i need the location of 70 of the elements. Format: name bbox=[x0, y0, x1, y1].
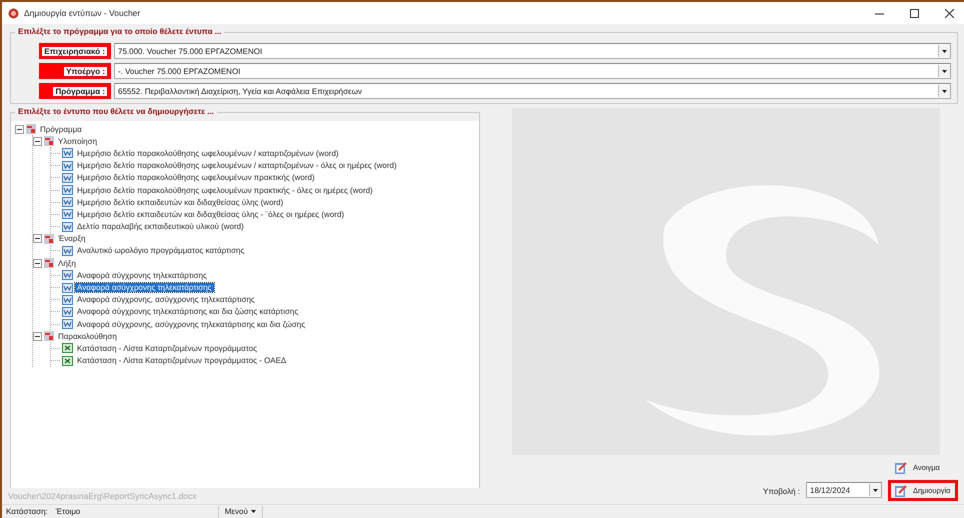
document-icon bbox=[62, 246, 73, 256]
collapse-icon[interactable] bbox=[33, 136, 42, 146]
tree-item[interactable]: Παρακολούθηση bbox=[56, 332, 119, 341]
spreadsheet-icon bbox=[62, 356, 73, 366]
tree-item[interactable]: Έναρξη bbox=[56, 234, 88, 244]
collapse-icon[interactable] bbox=[15, 124, 24, 134]
document-icon bbox=[62, 185, 73, 196]
folder-icon bbox=[26, 124, 36, 134]
date-combo[interactable]: 18/12/2024 bbox=[806, 482, 882, 498]
document-icon bbox=[62, 282, 73, 293]
tree-item[interactable]: Λήξη bbox=[56, 258, 78, 268]
folder-icon bbox=[44, 331, 54, 342]
document-icon bbox=[62, 172, 73, 183]
combo-box[interactable]: 65552. Περιβαλλοντική Διαχείριση, Υγεία και Ασφάλεια Επιχειρήσεων bbox=[114, 83, 951, 99]
document-icon bbox=[62, 160, 73, 171]
document-icon bbox=[62, 319, 73, 330]
group-legend: Επιλέξτε το πρόγραμμα για το οποίο θέλετε έντυπα ... bbox=[15, 27, 224, 36]
dropdown-arrow-icon bbox=[873, 488, 878, 492]
combo-box[interactable]: 75.000. Voucher 75.000 ΕΡΓΑΖΟΜΕΝΟΙ bbox=[114, 43, 951, 59]
document-icon bbox=[62, 294, 73, 305]
document-icon bbox=[62, 148, 73, 158]
tree-item[interactable]: Ημερήσιο δελτίο παρακολούθησης ωφελουμένων / καταρτιζομένων (word) bbox=[75, 148, 341, 158]
document-icon bbox=[62, 209, 73, 220]
maximize-icon bbox=[910, 8, 918, 18]
group-legend: Επιλέξτε το έντυπο που θέλετε να δημιουργήσετε ... bbox=[15, 107, 217, 116]
tree-item[interactable]: Πρόγραμμα bbox=[38, 124, 84, 134]
collapse-icon[interactable] bbox=[33, 258, 42, 268]
tree-item[interactable]: Υλοποίηση bbox=[56, 136, 100, 146]
status-value: Έτοιμο bbox=[54, 507, 82, 516]
tree-item[interactable]: Κατάσταση - Λίστα Καταρτιζομένων προγράμματος - ΟΑΕΔ bbox=[75, 356, 288, 366]
file-path: Voucher\2024prasinaErg\ReportSyncAsync1.docx bbox=[7, 490, 198, 503]
dropdown-arrow-icon bbox=[942, 90, 947, 92]
app-icon bbox=[8, 8, 19, 18]
tree-item[interactable]: Ημερήσιο δελτίο εκπαιδευτών και διδαχθείσας ύλης - ¨όλες οι ημέρες (word) bbox=[75, 210, 346, 219]
close-icon bbox=[944, 8, 954, 18]
folder-icon bbox=[44, 258, 54, 268]
document-icon bbox=[62, 197, 73, 208]
document-icon bbox=[62, 306, 73, 317]
window-title: Δημιουργία εντύπων - Voucher bbox=[24, 8, 142, 18]
tree-item[interactable]: Αναφορά σύγχρονης, ασύγχρονης τηλεκατάρτισης και δια ζώσης bbox=[75, 320, 308, 329]
tree-item[interactable]: Αναφορά σύγχρονης τηλεκατάρτισης bbox=[75, 270, 209, 280]
collapse-icon[interactable] bbox=[33, 234, 42, 244]
tree-item[interactable]: Ημερήσιο δελτίο εκπαιδευτών και διδαχθείσας ύλης (word) bbox=[75, 198, 286, 207]
tree-item[interactable]: Ημερήσιο δελτίο παρακολούθησης ωφελουμένων / καταρτιζομένων - όλες οι ημέρες (word) bbox=[75, 161, 399, 170]
menu-button[interactable]: Μενού bbox=[218, 506, 263, 518]
field-label: Υποέργο : bbox=[64, 66, 107, 76]
status-label: Κατάσταση: bbox=[5, 507, 49, 516]
tree-item[interactable]: Αναφορά ασύγχρονης τηλεκατάρτισης bbox=[75, 283, 214, 292]
tree-item[interactable]: Ημερήσιο δελτίο παρακολούθησης ωφελουμένων πρακτικής (word) bbox=[75, 173, 317, 182]
document-icon bbox=[62, 270, 73, 280]
tree-item[interactable]: Ημερήσιο δελτίο παρακολούθησης ωφελουμένων πρακτικής - όλες οι ημέρες (word) bbox=[75, 186, 375, 195]
tree-item[interactable]: Δελτίο παραλαβής εκπαιδευτικού υλικού (word) bbox=[75, 222, 246, 232]
tree-item[interactable]: Αναλυτικό ωρολόγιο προγράμματος κατάρτισης bbox=[75, 246, 246, 256]
folder-icon bbox=[44, 234, 54, 244]
document-icon bbox=[62, 222, 73, 232]
collapse-icon[interactable] bbox=[33, 332, 42, 341]
folder-icon bbox=[44, 136, 54, 146]
submission-label: Υποβολή : bbox=[763, 487, 800, 496]
dropdown-arrow-icon bbox=[942, 70, 947, 72]
field-label: Επιχειρησιακό : bbox=[42, 46, 107, 56]
field-label: Πρόγραμμα : bbox=[53, 86, 107, 96]
tree-item[interactable]: Αναφορά σύγχρονης τηλεκατάρτισης και δια ζώσης κατάρτισης bbox=[75, 307, 300, 316]
spreadsheet-icon bbox=[62, 343, 73, 354]
tree-item[interactable]: Κατάσταση - Λίστα Καταρτιζομένων προγράμματος bbox=[75, 344, 260, 353]
tree-item[interactable]: Αναφορά σύγχρονης, ασύγχρονης τηλεκατάρτισης bbox=[75, 295, 257, 304]
combo-box[interactable]: -. Voucher 75.000 ΕΡΓΑΖΟΜΕΝΟΙ bbox=[114, 63, 951, 79]
dropdown-arrow-icon bbox=[250, 510, 256, 513]
edit-document-icon bbox=[895, 484, 907, 496]
dropdown-arrow-icon bbox=[942, 50, 947, 52]
edit-document-icon bbox=[895, 462, 907, 474]
